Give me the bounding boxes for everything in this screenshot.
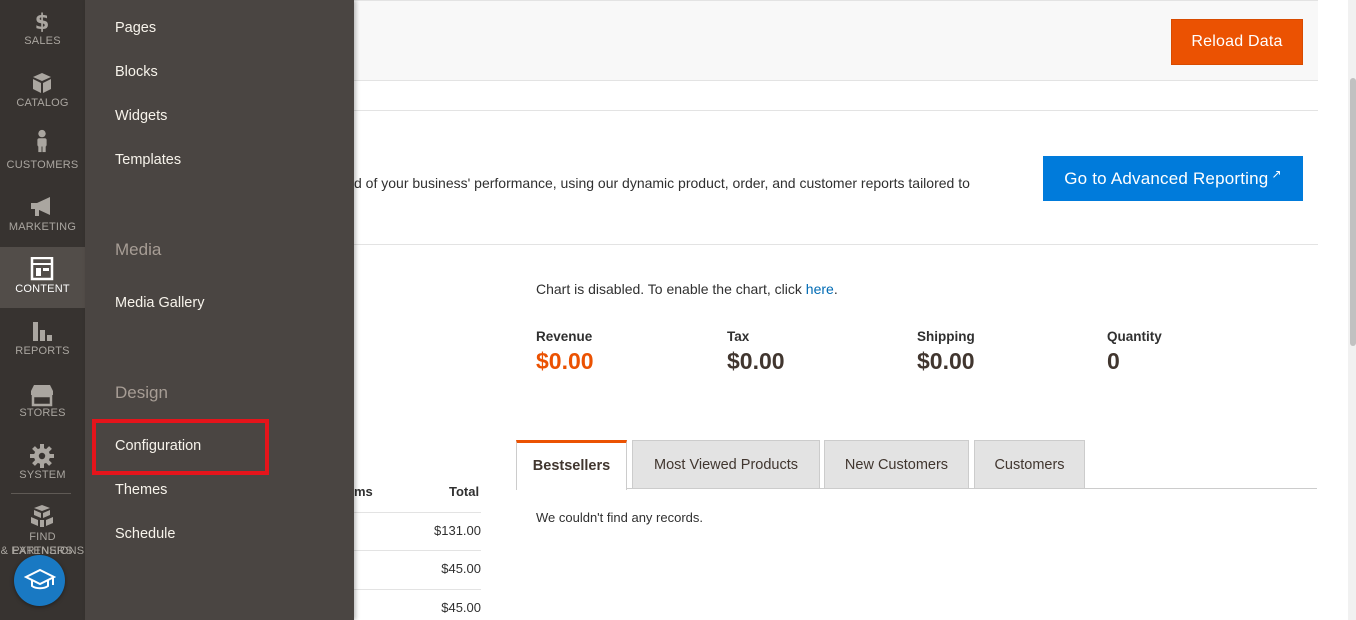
graduation-cap-icon	[24, 568, 56, 590]
chart-disabled-period: .	[833, 281, 838, 297]
totals-revenue: Revenue $0.00	[536, 329, 594, 375]
nav-item-system[interactable]: SYSTEM	[0, 443, 85, 489]
bar-chart-icon	[33, 322, 52, 341]
person-icon	[37, 129, 47, 153]
tab-bestsellers[interactable]: Bestsellers	[516, 440, 627, 490]
totals-label: Shipping	[917, 329, 975, 344]
totals-value: $0.00	[727, 348, 785, 374]
totals-tax: Tax $0.00	[727, 329, 785, 375]
nav-item-find-partners[interactable]: FIND PARTNERS & EXTENSIONS	[0, 502, 85, 558]
nav-label: CUSTOMERS	[6, 159, 79, 171]
table-cell-total: $45.00	[441, 600, 481, 615]
admin-nav: $ SALES CATALOG CUSTOMERS MARKETING CONT…	[0, 0, 85, 620]
layout-icon	[30, 257, 54, 281]
divider	[354, 110, 1318, 111]
submenu-link-media-gallery[interactable]: Media Gallery	[115, 295, 204, 311]
nav-label: SALES	[24, 35, 61, 47]
nav-divider	[11, 493, 71, 494]
totals-label: Tax	[727, 329, 750, 344]
external-link-icon: ↗	[1271, 166, 1282, 181]
totals-value: $0.00	[917, 348, 975, 374]
chart-disabled-text: Chart is disabled. To enable the chart, …	[536, 281, 806, 297]
tabs-baseline	[627, 488, 1317, 489]
nav-label: CONTENT	[15, 283, 70, 295]
nav-label: CATALOG	[16, 97, 69, 109]
advanced-reporting-description: d of your business' performance, using o…	[354, 175, 970, 191]
tab-new-customers[interactable]: New Customers	[824, 440, 969, 489]
no-records-message: We couldn't find any records.	[536, 510, 703, 525]
nav-item-marketing[interactable]: MARKETING	[0, 190, 85, 242]
submenu-link-blocks[interactable]: Blocks	[115, 64, 158, 80]
megaphone-icon	[31, 197, 50, 216]
table-header-total: Total	[449, 484, 480, 499]
submenu-section-title-design: Design	[115, 383, 168, 402]
submenu-link-pages[interactable]: Pages	[115, 20, 156, 36]
totals-label: Quantity	[1107, 329, 1162, 344]
help-button[interactable]	[14, 555, 65, 606]
nav-item-reports[interactable]: REPORTS	[0, 316, 85, 368]
table-header-items: ms	[354, 484, 373, 499]
enable-chart-link[interactable]: here	[806, 281, 834, 297]
totals-label: Revenue	[536, 329, 593, 344]
table-row-divider	[354, 589, 481, 590]
dollar-icon: $	[35, 10, 50, 33]
content-submenu: Pages Blocks Widgets Templates Media Med…	[85, 0, 354, 620]
tab-customers[interactable]: Customers	[974, 440, 1085, 489]
totals-shipping: Shipping $0.00	[917, 329, 975, 375]
gear-icon	[30, 444, 54, 468]
totals-value: $0.00	[536, 348, 594, 374]
divider	[354, 244, 1318, 245]
table-row-divider	[354, 550, 481, 551]
nav-label: REPORTS	[15, 345, 70, 357]
nav-label: STORES	[19, 407, 66, 419]
totals-quantity: Quantity 0	[1107, 329, 1162, 375]
chart-disabled-message: Chart is disabled. To enable the chart, …	[536, 281, 838, 297]
submenu-section-title-media: Media	[115, 240, 162, 259]
cube-icon	[33, 73, 51, 93]
nav-item-sales[interactable]: $ SALES	[0, 0, 85, 55]
svg-text:$: $	[35, 10, 50, 33]
configuration-highlight-box	[92, 419, 269, 475]
nav-item-catalog[interactable]: CATALOG	[0, 68, 85, 120]
table-row-divider	[354, 512, 481, 513]
nav-item-customers[interactable]: CUSTOMERS	[0, 128, 85, 180]
nav-item-content[interactable]: CONTENT	[0, 247, 85, 308]
store-icon	[31, 385, 53, 407]
advanced-reporting-button[interactable]: Go to Advanced Reporting ↗	[1043, 156, 1303, 201]
boxes-icon	[31, 505, 53, 527]
table-cell-total: $45.00	[441, 561, 481, 576]
totals-value: 0	[1107, 348, 1120, 374]
nav-label: MARKETING	[8, 221, 77, 233]
advanced-reporting-button-label: Go to Advanced Reporting	[1064, 168, 1269, 188]
nav-item-stores[interactable]: STORES	[0, 381, 85, 433]
scrollbar-thumb[interactable]	[1350, 78, 1356, 346]
submenu-link-schedule[interactable]: Schedule	[115, 526, 175, 542]
submenu-link-widgets[interactable]: Widgets	[115, 108, 167, 124]
submenu-link-themes[interactable]: Themes	[115, 482, 167, 498]
table-cell-total: $131.00	[434, 523, 481, 538]
reload-data-button[interactable]: Reload Data	[1171, 19, 1303, 65]
tab-most-viewed-products[interactable]: Most Viewed Products	[632, 440, 820, 489]
submenu-link-templates[interactable]: Templates	[115, 152, 181, 168]
nav-label: SYSTEM	[19, 469, 66, 481]
